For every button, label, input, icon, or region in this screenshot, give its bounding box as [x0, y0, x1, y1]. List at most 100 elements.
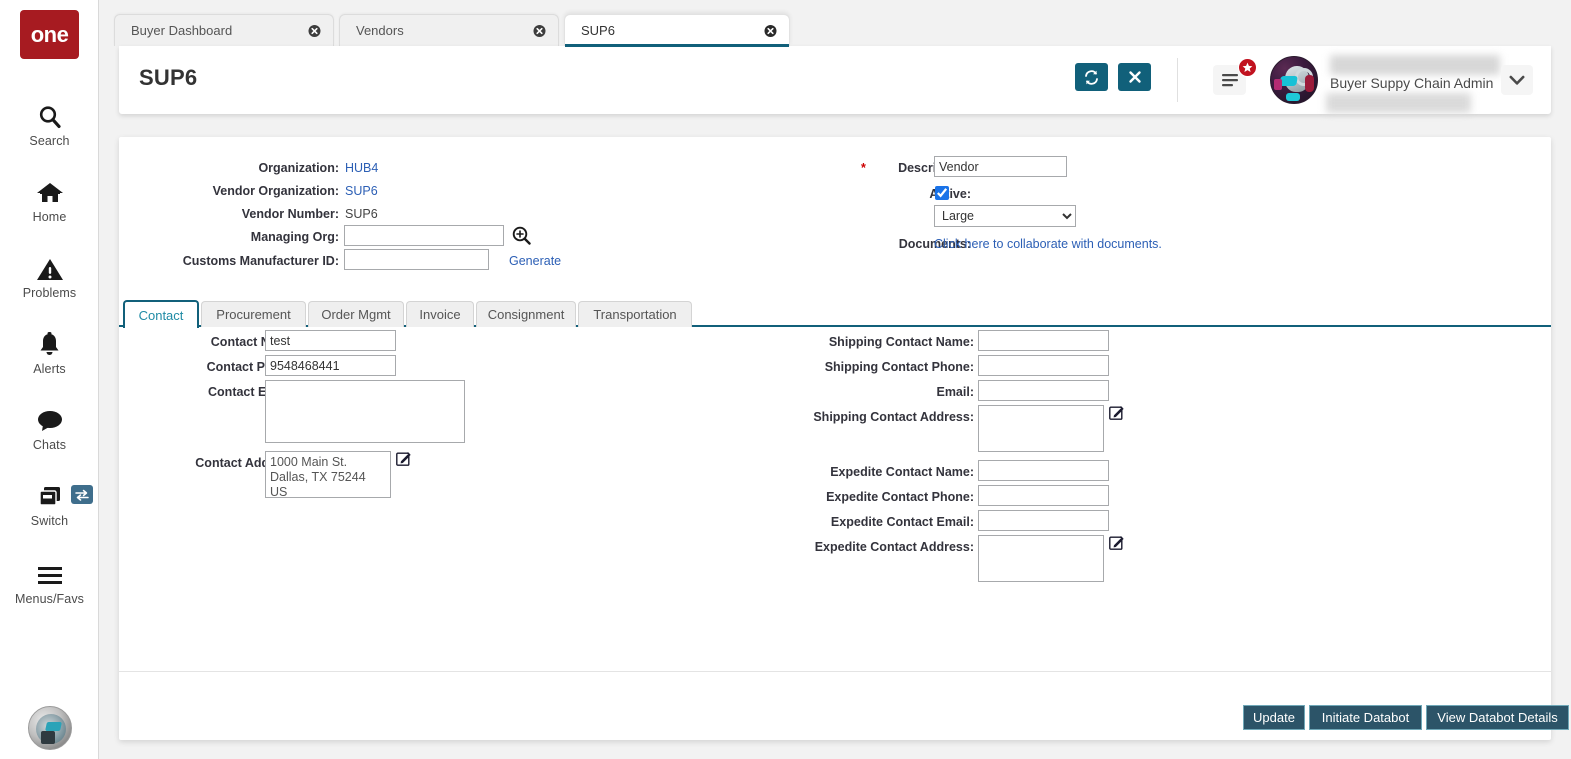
managing-org-input[interactable] — [344, 225, 504, 246]
menu-notification-badge[interactable] — [1238, 58, 1257, 77]
shipping-contact-phone-input[interactable] — [978, 355, 1109, 376]
redacted-field-bottom — [1326, 93, 1471, 113]
user-menu-toggle[interactable] — [1501, 65, 1533, 95]
tab-order-mgmt[interactable]: Order Mgmt — [308, 301, 404, 327]
view-databot-details-button[interactable]: View Databot Details — [1426, 705, 1569, 730]
sidebar-item-label: Search — [29, 134, 69, 148]
browser-tab-strip: Buyer Dashboard Vendors SUP6 — [99, 0, 1571, 46]
tab-label: Contact — [139, 308, 184, 323]
close-icon[interactable] — [533, 24, 546, 37]
browser-tab-buyer-dashboard[interactable]: Buyer Dashboard — [114, 14, 334, 46]
shipping-address-edit-pencil-icon[interactable] — [1109, 405, 1124, 425]
contact-phone-input[interactable] — [265, 355, 396, 376]
shipping-contact-address-textarea[interactable] — [978, 405, 1104, 452]
sidebar-item-chats[interactable]: Chats — [0, 406, 99, 452]
close-icon[interactable] — [308, 24, 321, 37]
expedite-contact-name-input[interactable] — [978, 460, 1109, 481]
browser-tab-sup6[interactable]: SUP6 — [564, 14, 790, 46]
generate-link[interactable]: Generate — [509, 253, 561, 269]
tab-label: Transportation — [593, 307, 676, 322]
sidebar-item-label: Problems — [23, 286, 77, 300]
main-content-card: Organization: HUB4 Vendor Organization: … — [119, 137, 1551, 740]
sidebar-item-label: Chats — [33, 438, 66, 452]
contact-email-textarea[interactable] — [265, 380, 465, 443]
tab-label: Procurement — [216, 307, 290, 322]
expedite-address-edit-pencil-icon[interactable] — [1109, 535, 1124, 555]
chevron-down-icon — [1509, 75, 1525, 86]
avatar-accent — [1274, 79, 1282, 90]
close-icon[interactable] — [764, 24, 777, 37]
tab-label: Invoice — [419, 307, 460, 322]
expedite-contact-address-textarea[interactable] — [978, 535, 1104, 582]
shipping-contact-address-label: Shipping Contact Address: — [809, 409, 974, 425]
rail-user-avatar[interactable] — [28, 706, 72, 750]
expedite-contact-email-label: Expedite Contact Email: — [819, 514, 974, 530]
warning-triangle-icon — [36, 254, 64, 284]
redacted-field-top — [1330, 55, 1500, 75]
expedite-contact-address-label: Expedite Contact Address: — [809, 539, 974, 555]
contact-address-edit-pencil-icon[interactable] — [396, 451, 411, 471]
vendor-organization-label: Vendor Organization: — [159, 183, 339, 199]
tab-consignment[interactable]: Consignment — [476, 301, 576, 327]
chat-bubble-icon — [36, 406, 64, 436]
vendor-organization-value-link[interactable]: SUP6 — [345, 183, 378, 199]
sidebar-item-search[interactable]: Search — [0, 102, 99, 148]
tab-label: Consignment — [488, 307, 565, 322]
vendor-number-label: Vendor Number: — [159, 206, 339, 222]
sidebar-item-menus-favs[interactable]: Menus/Favs — [0, 560, 99, 606]
contact-address-textarea[interactable]: 1000 Main St. Dallas, TX 75244 US — [265, 451, 391, 498]
shipping-email-label: Email: — [819, 384, 974, 400]
avatar[interactable] — [1270, 56, 1318, 104]
expedite-contact-phone-input[interactable] — [978, 485, 1109, 506]
logo-text: one — [31, 24, 69, 46]
close-page-button[interactable] — [1118, 63, 1151, 91]
customs-manufacturer-id-input[interactable] — [344, 249, 489, 270]
expedite-contact-email-input[interactable] — [978, 510, 1109, 531]
browser-tab-label: Vendors — [356, 23, 404, 38]
one-network-logo[interactable]: one — [20, 10, 79, 59]
documents-collaborate-link[interactable]: Click here to collaborate with documents… — [934, 236, 1162, 252]
switch-toggle-badge[interactable] — [71, 485, 93, 504]
sidebar-item-label: Home — [33, 210, 67, 224]
shipping-email-input[interactable] — [978, 380, 1109, 401]
bell-icon — [37, 330, 62, 360]
active-label: Active: — [871, 186, 971, 202]
customs-manufacturer-id-label: Customs Manufacturer ID: — [139, 253, 339, 269]
hamburger-menu-icon — [1221, 73, 1239, 87]
sidebar-item-home[interactable]: Home — [0, 178, 99, 224]
browser-tab-label: Buyer Dashboard — [131, 23, 232, 38]
header-divider — [1177, 58, 1178, 102]
avatar-earpiece — [1305, 75, 1314, 92]
update-button[interactable]: Update — [1243, 705, 1305, 730]
organization-value-link[interactable]: HUB4 — [345, 160, 378, 176]
search-icon — [37, 102, 63, 132]
size-select[interactable]: Large — [934, 205, 1076, 227]
description-required-marker: * — [861, 160, 866, 176]
sidebar-item-alerts[interactable]: Alerts — [0, 330, 99, 376]
tab-procurement[interactable]: Procurement — [201, 301, 306, 327]
tab-invoice[interactable]: Invoice — [406, 301, 474, 327]
shipping-contact-name-input[interactable] — [978, 330, 1109, 351]
tab-label: Order Mgmt — [321, 307, 390, 322]
contact-name-input[interactable] — [265, 330, 396, 351]
tab-contact[interactable]: Contact — [123, 300, 199, 328]
expedite-contact-phone-label: Expedite Contact Phone: — [819, 489, 974, 505]
description-input[interactable] — [934, 156, 1067, 177]
vendor-number-value: SUP6 — [345, 206, 378, 222]
managing-org-search-icon[interactable] — [512, 226, 531, 250]
managing-org-label: Managing Org: — [159, 229, 339, 245]
refresh-button[interactable] — [1075, 63, 1108, 91]
browser-tab-label: SUP6 — [581, 23, 615, 38]
sidebar-item-problems[interactable]: Problems — [0, 254, 99, 300]
close-x-icon — [1128, 70, 1142, 84]
button-label: View Databot Details — [1437, 710, 1557, 725]
active-checkbox[interactable] — [935, 186, 949, 200]
page-header-card: SUP6 Buyer Suppy Chain Admin — [119, 46, 1551, 114]
organization-label: Organization: — [159, 160, 339, 176]
browser-tab-vendors[interactable]: Vendors — [339, 14, 559, 46]
home-icon — [36, 178, 64, 208]
sidebar-item-label: Alerts — [33, 362, 66, 376]
sidebar-item-label: Menus/Favs — [15, 592, 84, 606]
initiate-databot-button[interactable]: Initiate Databot — [1309, 705, 1422, 730]
tab-transportation[interactable]: Transportation — [578, 301, 692, 327]
